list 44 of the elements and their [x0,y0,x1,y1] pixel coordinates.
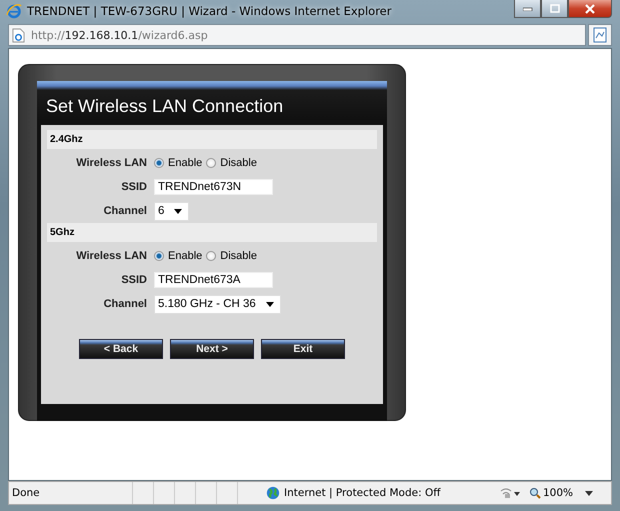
radio-button[interactable] [154,251,164,261]
security-zone: Internet | Protected Mode: Off [284,487,440,499]
field-label: Wireless LAN [75,250,147,262]
radio-label: Enable [168,157,202,169]
close-icon [584,4,596,14]
browser-logo-icon [6,3,22,19]
field-label: Channel [102,205,147,217]
section-title: 2.4Ghz [50,134,83,145]
page-icon [12,28,25,42]
status-text: Done [12,487,41,499]
ssid-input[interactable]: TRENDnet673N [154,179,273,195]
radio-label: Enable [168,250,202,262]
caret-icon [585,490,593,496]
close-button[interactable] [568,0,612,18]
caret-icon [174,208,182,214]
minimize-button[interactable] [514,0,541,18]
field-label: Wireless LAN [75,157,147,169]
minimize-icon [522,6,532,10]
radio-label: Disable [220,157,257,169]
wizard-button[interactable]: < Back [79,339,163,359]
wizard-button[interactable]: Next > [170,339,254,359]
caret-icon [266,302,274,306]
magnifier-icon [528,487,541,499]
compatibility-view-button[interactable] [588,24,612,46]
maximize-icon [550,4,560,13]
channel-select[interactable]: 6 [154,202,190,220]
wizard-title: Set Wireless LAN Connection [46,96,284,117]
ssid-input[interactable]: TRENDnet673A [154,272,273,288]
radio-button[interactable] [206,158,216,168]
wizard-button[interactable]: Exit [261,339,345,359]
address-field[interactable]: http://192.168.10.1/wizard6.asp [8,24,586,46]
channel-select[interactable]: 5.180 GHz - CH 36 [154,294,281,314]
page-chart-icon [593,27,607,43]
field-label: Channel [102,298,147,310]
radio-button[interactable] [206,251,216,261]
maximize-button[interactable] [541,0,568,18]
field-label: SSID [120,181,147,193]
section-title: 5Ghz [50,227,74,238]
zoom-button[interactable]: 100% [524,487,597,499]
field-label: SSID [120,274,147,286]
window-title: TRENDNET | TEW-673GRU | Wizard - Windows Internet Explorer [27,4,392,18]
globe-icon [266,486,280,500]
radio-label: Disable [220,250,257,262]
radio-button[interactable] [154,158,164,168]
